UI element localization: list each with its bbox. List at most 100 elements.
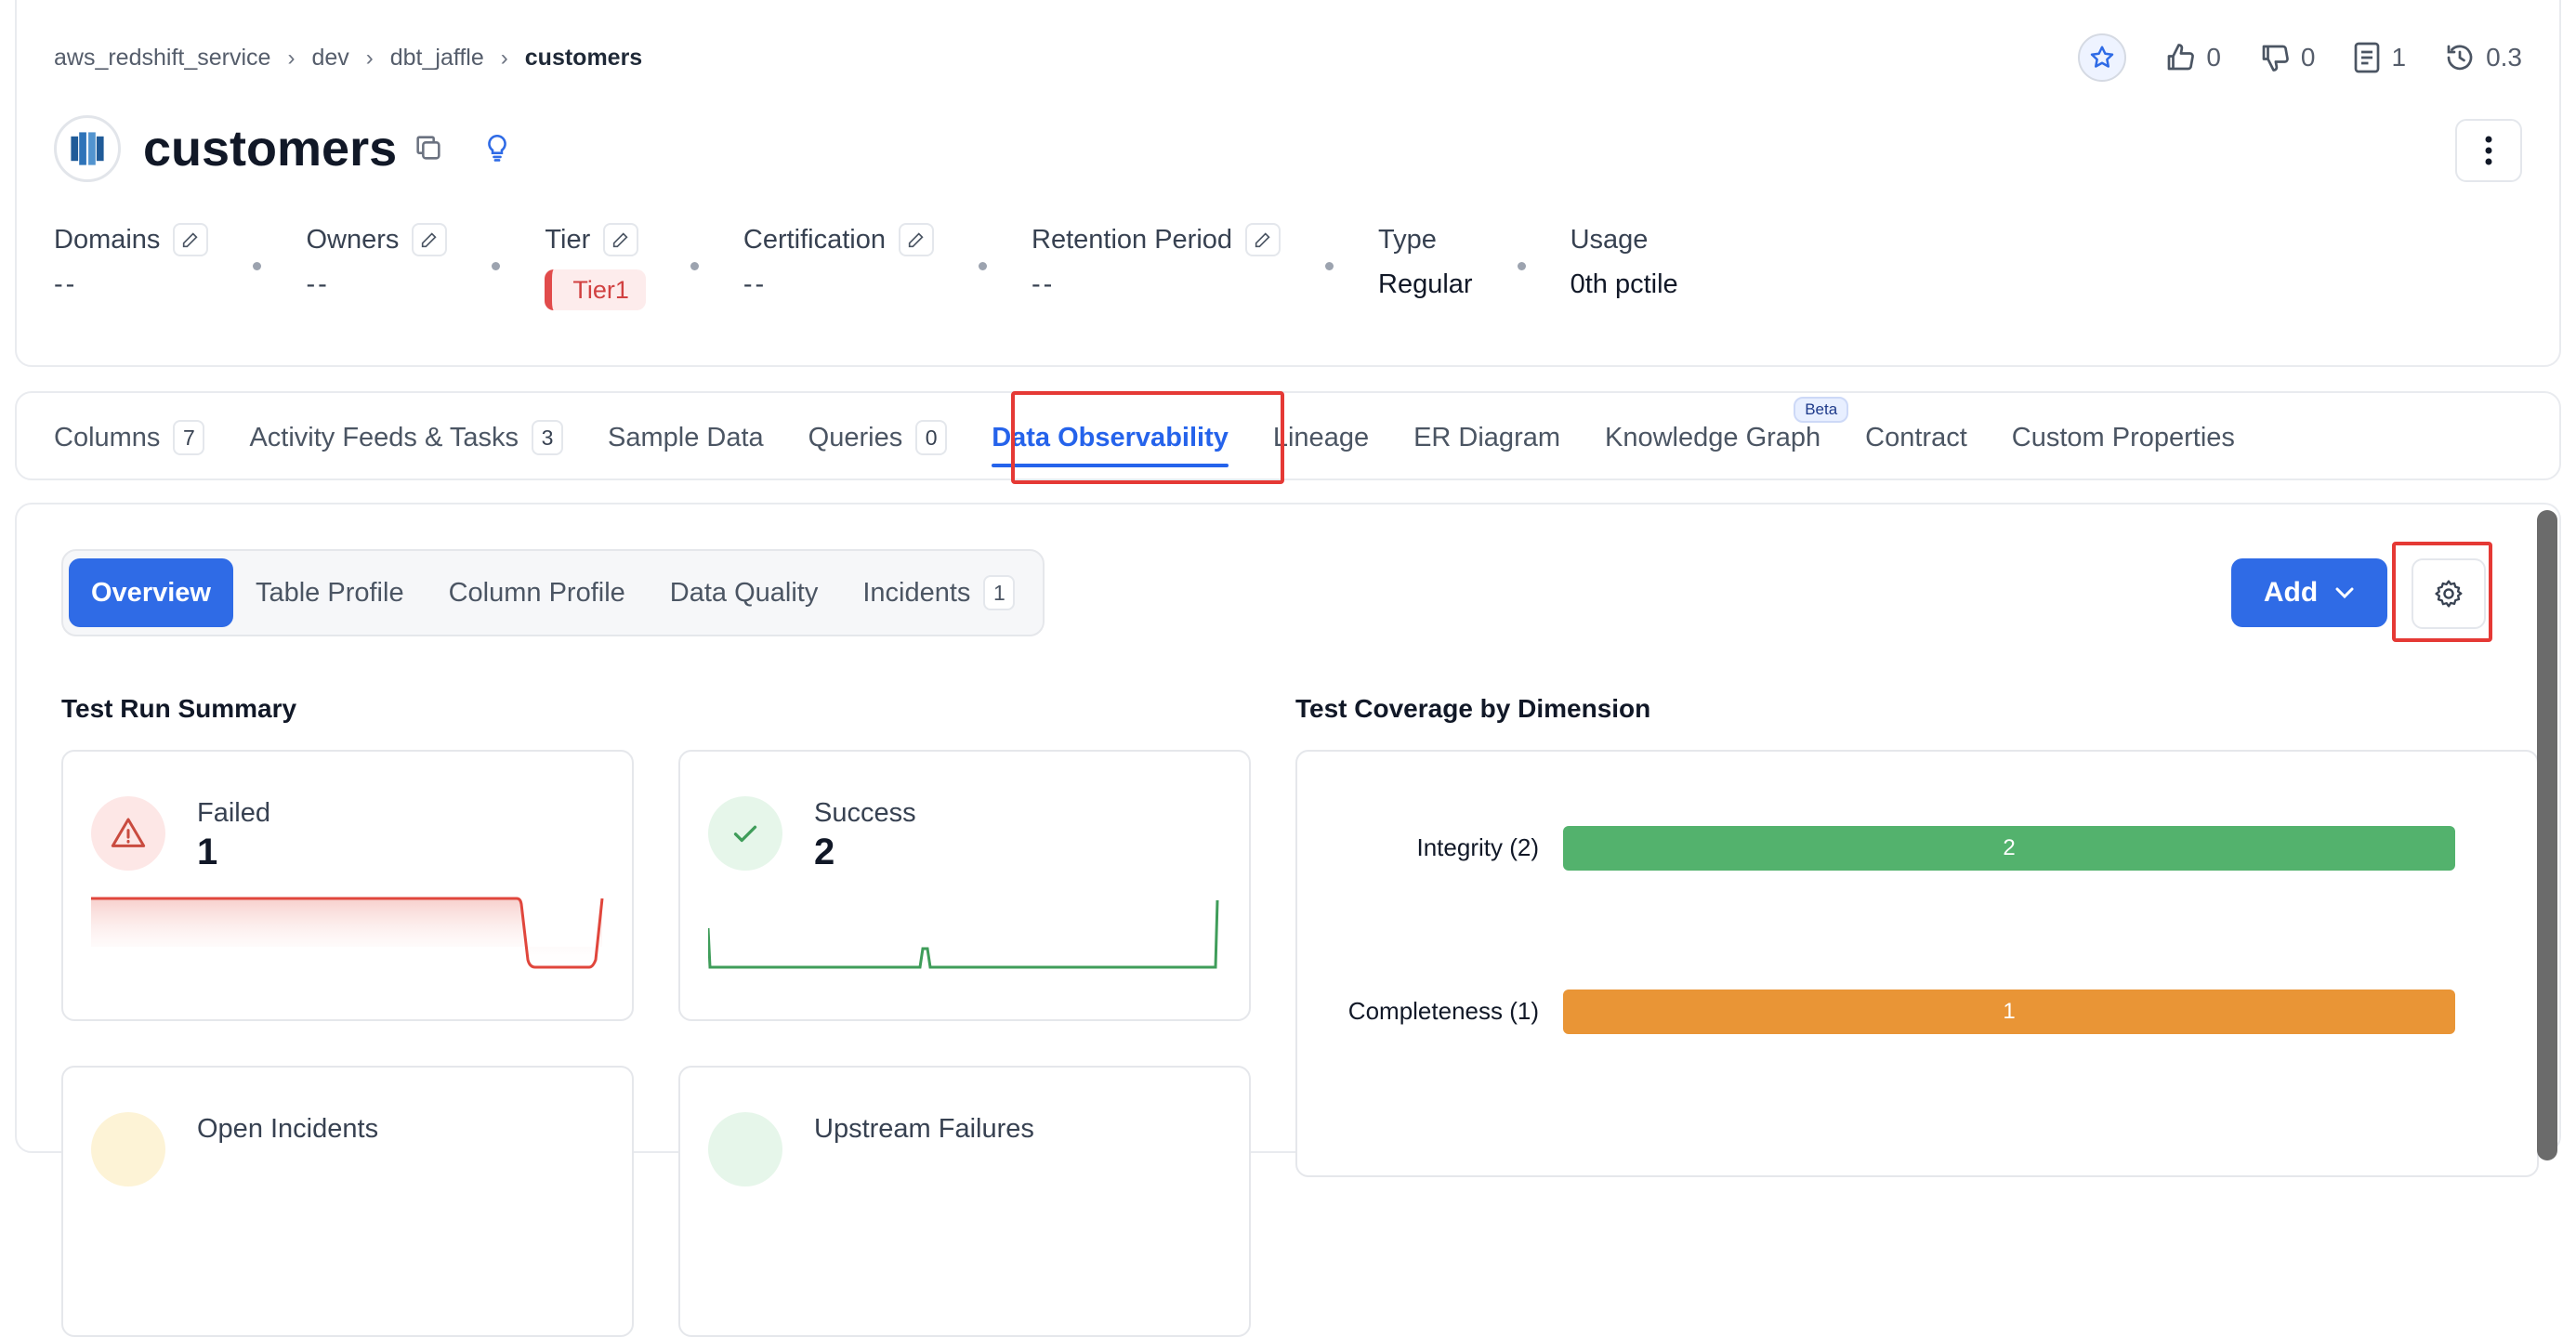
type-label: Type [1378,224,1437,255]
certification-label: Certification [743,224,886,255]
open-incidents-stat-card[interactable]: Open Incidents [61,1066,634,1337]
dislike-count: 0 [2300,43,2316,72]
breadcrumb-service[interactable]: aws_redshift_service [54,45,270,72]
owners-value: -- [306,269,330,299]
copy-icon[interactable] [413,132,444,168]
tab-label: ER Diagram [1413,422,1561,452]
chevron-right-icon: › [287,45,296,71]
vertical-scrollbar[interactable] [2537,510,2557,1160]
pencil-icon [183,232,199,248]
docs-button[interactable]: 1 [2352,41,2406,74]
coverage-label-completeness: Completeness (1) [1347,997,1539,1025]
tab-label: Lineage [1272,422,1370,452]
coverage-bar-integrity[interactable]: 2 [1563,826,2455,871]
coverage-label-integrity: Integrity (2) [1416,833,1540,861]
tab-count: 3 [532,420,563,455]
owners-label: Owners [306,224,400,255]
lightbulb-icon[interactable] [481,132,513,168]
divider-dot [492,262,501,270]
thumbs-down-icon [2262,45,2289,72]
edit-owners-button[interactable] [412,223,448,256]
header-actions: 0 0 1 0.3 [2078,33,2522,82]
type-value: Regular [1378,269,1473,299]
breadcrumb-database[interactable]: dev [311,45,348,72]
star-icon [2091,46,2114,68]
meta-certification: Certification -- [743,221,934,300]
tab-queries[interactable]: Queries 0 [808,393,948,482]
domains-label: Domains [54,224,161,255]
tier-label: Tier [545,224,591,255]
tab-label: Contract [1865,422,1967,452]
meta-tier: Tier Tier1 [545,221,646,310]
meta-usage: Usage 0th pctile [1571,221,1678,300]
tab-label: Queries [808,422,903,452]
pencil-icon [1255,232,1270,248]
certification-value: -- [743,269,768,299]
beta-badge: Beta [1794,397,1849,423]
tab-data-observability[interactable]: Data Observability [992,393,1229,482]
tab-label: Sample Data [608,422,764,452]
dislike-button[interactable]: 0 [2258,41,2316,74]
chevron-down-icon [2335,587,2354,599]
warning-icon [91,796,165,871]
subtab-column-profile[interactable]: Column Profile [427,558,648,627]
failed-stat-card[interactable]: Failed 1 [61,750,634,1021]
subtab-incidents[interactable]: Incidents 1 [840,558,1037,627]
tab-sample-data[interactable]: Sample Data [608,393,764,482]
success-value: 2 [814,832,835,872]
usage-value: 0th pctile [1570,269,1678,299]
like-button[interactable]: 0 [2163,41,2221,74]
edit-certification-button[interactable] [899,223,934,256]
tab-count: 0 [915,420,948,455]
meta-retention: Retention Period -- [1032,221,1281,300]
subtab-overview[interactable]: Overview [69,558,233,627]
chevron-right-icon: › [500,45,508,71]
redshift-icon [54,115,121,182]
tab-knowledge-graph[interactable]: Knowledge Graph Beta [1605,393,1849,482]
follow-button[interactable] [2078,33,2127,82]
like-count: 0 [2206,43,2221,72]
tab-label: Activity Feeds & Tasks [249,422,519,452]
entity-header-card: aws_redshift_service › dev › dbt_jaffle … [15,0,2561,367]
tab-activity-feeds[interactable]: Activity Feeds & Tasks 3 [249,393,563,482]
edit-tier-button[interactable] [603,223,639,256]
edit-retention-button[interactable] [1245,223,1281,256]
metadata-row: Domains -- Owners -- Tier Tier1 Certific… [54,221,1678,310]
tab-label: Custom Properties [2011,422,2235,452]
kebab-icon [2485,136,2492,165]
tier-badge[interactable]: Tier1 [545,269,646,310]
failed-sparkline [91,897,604,969]
test-run-summary-title: Test Run Summary [61,694,297,723]
breadcrumb-schema[interactable]: dbt_jaffle [390,45,484,72]
subtab-data-quality[interactable]: Data Quality [648,558,841,627]
upstream-failures-stat-card[interactable]: Upstream Failures [678,1066,1251,1337]
edit-domains-button[interactable] [173,223,209,256]
subtab-count: 1 [983,575,1016,610]
settings-button[interactable] [2412,558,2486,629]
tab-lineage[interactable]: Lineage [1273,393,1369,482]
add-button[interactable]: Add [2231,558,2387,627]
divider-dot [1517,262,1526,270]
alert-icon [91,1112,165,1186]
gear-icon [2435,580,2463,608]
tab-label: Data Observability [992,422,1229,452]
more-options-button[interactable] [2455,119,2522,182]
open-incidents-label: Open Incidents [197,1114,379,1144]
divider-dot [690,262,699,270]
tab-er-diagram[interactable]: ER Diagram [1413,393,1560,482]
pencil-icon [613,232,628,248]
breadcrumb-table: customers [524,45,643,71]
tab-contract[interactable]: Contract [1865,393,1967,482]
tab-columns[interactable]: Columns 7 [54,393,205,482]
coverage-bar-completeness[interactable]: 1 [1563,990,2455,1034]
success-stat-card[interactable]: Success 2 [678,750,1251,1021]
test-coverage-chart: Integrity (2) 2 Completeness (1) 1 [1295,750,2539,1177]
version-button[interactable]: 0.3 [2443,41,2522,74]
upstream-failures-label: Upstream Failures [814,1114,1034,1144]
success-sparkline [708,899,1219,969]
tab-custom-properties[interactable]: Custom Properties [2012,393,2235,482]
subtab-table-profile[interactable]: Table Profile [233,558,427,627]
entity-title: customers [143,121,398,177]
retention-label: Retention Period [1032,224,1233,255]
pencil-icon [908,232,924,248]
